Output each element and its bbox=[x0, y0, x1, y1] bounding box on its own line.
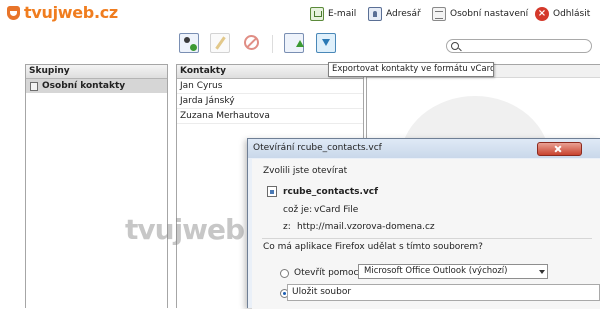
logo: tvujweb.cz bbox=[24, 3, 118, 22]
dialog-divider bbox=[262, 238, 592, 239]
radio-selected-dot bbox=[283, 292, 286, 295]
nav-address-book-label: Adresář bbox=[386, 9, 421, 19]
contact-row[interactable]: Jarda Jánský bbox=[177, 94, 363, 109]
open-with-label[interactable]: Otevřít pomocí bbox=[294, 268, 361, 278]
file-icon bbox=[267, 186, 277, 197]
address-book-icon bbox=[30, 81, 38, 91]
nav-settings-label: Osobní nastavení bbox=[450, 9, 529, 19]
logout-icon: × bbox=[535, 7, 549, 21]
export-contacts-button[interactable] bbox=[316, 33, 336, 53]
save-file-label: Uložit soubor bbox=[292, 287, 352, 297]
export-tooltip: Exportovat kontakty ve formátu vCard bbox=[328, 62, 494, 77]
search-icon bbox=[451, 42, 459, 50]
dialog-filename: rcube_contacts.vcf bbox=[283, 187, 379, 197]
open-with-radio[interactable] bbox=[280, 269, 289, 278]
logo-icon bbox=[7, 6, 20, 20]
dialog-close-button[interactable] bbox=[537, 142, 582, 156]
toolbar-divider bbox=[272, 35, 273, 53]
from-value: http://mail.vzorova-domena.cz bbox=[297, 222, 435, 232]
group-item-label: Osobní kontakty bbox=[42, 81, 126, 91]
file-open-dialog: Otevírání rcube_contacts.vcf Zvolili jst… bbox=[247, 138, 600, 309]
application-select-value: Microsoft Office Outlook (výchozí) bbox=[364, 266, 508, 276]
email-icon bbox=[310, 7, 324, 21]
group-item-personal[interactable]: Osobní kontakty bbox=[26, 79, 167, 93]
delete-icon bbox=[244, 35, 259, 50]
chevron-down-icon bbox=[539, 270, 545, 274]
dialog-intro: Zvolili jste otevírat bbox=[263, 166, 348, 176]
delete-contact-button[interactable] bbox=[242, 33, 262, 53]
groups-panel: Skupiny Osobní kontakty bbox=[25, 64, 168, 308]
nav-email-label: E-mail bbox=[328, 9, 357, 19]
dialog-question: Co má aplikace Firefox udělat s tímto so… bbox=[263, 242, 483, 252]
settings-icon bbox=[432, 7, 446, 21]
contact-row[interactable]: Jan Cyrus bbox=[177, 79, 363, 94]
nav-email[interactable]: E-mail bbox=[310, 5, 356, 23]
nav-logout-label: Odhlásit bbox=[553, 9, 591, 19]
nav-address-book[interactable]: Adresář bbox=[368, 5, 421, 23]
nav-settings[interactable]: Osobní nastavení bbox=[432, 5, 528, 23]
groups-header: Skupiny bbox=[26, 65, 167, 79]
type-value: vCard File bbox=[314, 205, 359, 215]
add-contact-button[interactable] bbox=[179, 33, 199, 53]
import-contacts-button[interactable] bbox=[284, 33, 304, 53]
type-label: což je: bbox=[283, 205, 313, 215]
edit-contact-button[interactable] bbox=[210, 33, 230, 53]
search-input[interactable] bbox=[446, 39, 592, 53]
application-select[interactable]: Microsoft Office Outlook (výchozí) bbox=[358, 264, 548, 279]
from-label: z: bbox=[283, 222, 291, 232]
nav-logout[interactable]: × Odhlásit bbox=[535, 5, 590, 23]
address-book-icon bbox=[368, 7, 382, 21]
contact-row[interactable]: Zuzana Merhautova bbox=[177, 109, 363, 124]
save-file-option[interactable]: Uložit soubor bbox=[287, 284, 600, 301]
